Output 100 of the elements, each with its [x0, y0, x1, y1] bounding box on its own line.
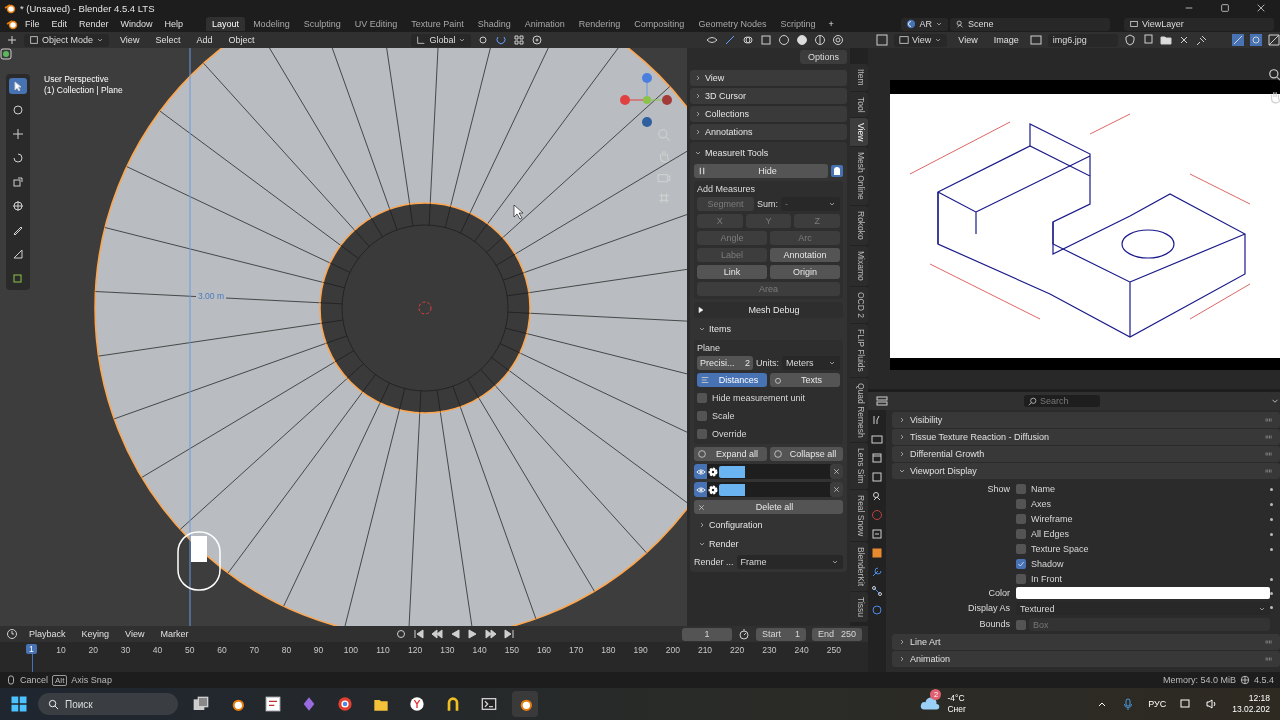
clock-date[interactable]: 13.02.202 — [1232, 704, 1270, 715]
sidebar-tab[interactable]: Item — [850, 64, 868, 91]
visibility-toggle[interactable] — [694, 482, 707, 497]
gear-icon[interactable] — [707, 465, 719, 478]
wireframe-shading-icon[interactable] — [778, 34, 790, 46]
addon-icon[interactable] — [0, 48, 12, 60]
delete-all-button[interactable]: Delete all — [694, 500, 843, 514]
pipeline-selector[interactable]: AR — [901, 17, 948, 31]
sidebar-tab[interactable]: Real Snow — [850, 489, 868, 541]
clock-icon[interactable] — [6, 628, 18, 640]
panel-header[interactable]: Items — [694, 321, 843, 337]
workspace-tab[interactable]: Geometry Nodes — [692, 17, 773, 31]
viewport-menu[interactable]: Add — [191, 35, 218, 45]
workspace-tab[interactable]: Layout — [206, 17, 246, 31]
panel-header[interactable]: Configuration — [694, 517, 843, 533]
checkbox[interactable] — [1016, 559, 1026, 569]
grid-icon[interactable] — [513, 34, 526, 46]
measure-button[interactable]: Annotation — [770, 248, 840, 262]
panel-header[interactable]: 3D Cursor — [690, 88, 847, 104]
sidebar-tab[interactable]: OCD 2 — [850, 286, 868, 323]
color-field[interactable] — [1016, 587, 1270, 599]
sidebar-tab[interactable]: FLIP Fluids — [850, 323, 868, 377]
image-browse-icon[interactable] — [1029, 34, 1042, 46]
shield-icon[interactable] — [1123, 34, 1136, 46]
workspace-tab[interactable]: Animation — [518, 17, 571, 31]
taskbar-search-field[interactable]: Поиск — [65, 698, 155, 710]
timeline-menu[interactable]: Marker — [155, 629, 194, 639]
microphone-icon[interactable] — [1122, 698, 1135, 710]
start-frame-field[interactable]: Start 1 — [756, 627, 806, 641]
record-icon[interactable] — [395, 628, 408, 640]
physics-tab-icon[interactable] — [871, 604, 883, 616]
ghost-icon[interactable] — [831, 165, 843, 177]
object-tab-icon[interactable] — [871, 547, 883, 559]
output-tab-icon[interactable] — [871, 452, 883, 464]
mesh-debug-button[interactable]: Mesh Debug — [694, 302, 843, 318]
hide-button[interactable]: Hide — [694, 164, 828, 178]
network-icon[interactable] — [1180, 698, 1193, 710]
panel-header[interactable]: Tissue Texture Reaction - Diffusion — [892, 429, 1280, 445]
collection-tab-icon[interactable] — [871, 528, 883, 540]
taskbar-app[interactable] — [512, 691, 538, 717]
timeline-menu[interactable]: Playback — [24, 629, 71, 639]
checkbox[interactable] — [1016, 544, 1026, 554]
checkbox[interactable] — [697, 428, 707, 439]
workspace-tab[interactable]: Texture Paint — [405, 17, 470, 31]
panel-header[interactable]: Animation — [892, 651, 1280, 667]
units-dropdown[interactable]: Meters — [782, 356, 840, 370]
search-field[interactable]: Search — [1040, 396, 1098, 406]
panel-header[interactable]: Line Art — [892, 634, 1280, 650]
mode-toggle[interactable]: Distances — [697, 373, 767, 387]
menu-item[interactable]: Render — [74, 19, 114, 29]
folder-icon[interactable] — [1159, 34, 1172, 46]
add-workspace-button[interactable]: + — [823, 19, 839, 29]
mode-dropdown[interactable]: Object Mode — [24, 33, 110, 47]
menu-item[interactable]: Help — [159, 19, 189, 29]
next-key-icon[interactable] — [485, 628, 498, 640]
color-swatch[interactable] — [719, 465, 745, 478]
properties-editor-icon[interactable] — [876, 395, 888, 407]
view-layer-tab-icon[interactable] — [871, 471, 883, 483]
workspace-tab[interactable]: Modeling — [247, 17, 296, 31]
bounds-checkbox[interactable] — [1016, 619, 1026, 630]
display-channels-icon[interactable] — [1268, 34, 1280, 46]
menu-item[interactable]: Window — [115, 19, 158, 29]
precision-field[interactable]: Precisi... 2 — [697, 356, 753, 370]
panel-header[interactable]: View — [690, 70, 847, 86]
keyframe-dot[interactable] — [1270, 577, 1273, 581]
select-tool[interactable] — [9, 78, 27, 94]
view-layer-selector[interactable]: ViewLayer — [1124, 17, 1274, 31]
zoom-icon[interactable] — [1268, 68, 1280, 82]
viewport-menu[interactable]: Select — [150, 35, 186, 45]
clock-time[interactable]: 12:18 — [1248, 693, 1270, 704]
checkbox[interactable] — [1016, 529, 1026, 539]
solid-shading-icon[interactable] — [796, 34, 808, 46]
checkbox[interactable] — [1016, 484, 1026, 494]
maximize-icon[interactable] — [1220, 3, 1230, 13]
scene-selector[interactable]: Scene — [950, 17, 1110, 31]
image-name-field[interactable]: img6.jpg — [1047, 33, 1118, 47]
rendered-shading-icon[interactable] — [832, 34, 844, 46]
close-icon[interactable] — [1256, 3, 1266, 13]
material-shading-icon[interactable] — [814, 34, 826, 46]
keyframe-dot[interactable] — [1270, 606, 1273, 609]
sidebar-tab[interactable]: Rokoko — [850, 206, 868, 245]
language-indicator[interactable]: РУС — [1148, 699, 1167, 709]
pin-icon[interactable] — [1195, 34, 1208, 46]
checkbox[interactable] — [697, 392, 707, 403]
sidebar-tab[interactable]: Mesh Online — [850, 147, 868, 206]
wrench-icon[interactable] — [871, 566, 883, 578]
checkbox[interactable] — [697, 410, 707, 421]
xray-icon[interactable] — [760, 34, 772, 46]
search-box[interactable]: Search — [1024, 395, 1100, 407]
blender-menu-icon[interactable] — [6, 18, 18, 30]
remove-button[interactable] — [830, 482, 843, 497]
remove-button[interactable] — [830, 464, 843, 479]
sidebar-tab[interactable]: Quad Remesh — [850, 377, 868, 443]
keyframe-dot[interactable] — [1270, 487, 1273, 491]
end-frame-field[interactable]: End 250 — [812, 627, 862, 641]
panel-header[interactable]: MeasureIt Tools — [694, 145, 843, 161]
measure-button[interactable]: Link — [697, 265, 767, 279]
current-frame-field[interactable]: 1 — [682, 627, 732, 641]
panel-header[interactable]: Render — [694, 536, 843, 552]
gizmo-icon[interactable] — [724, 34, 736, 46]
